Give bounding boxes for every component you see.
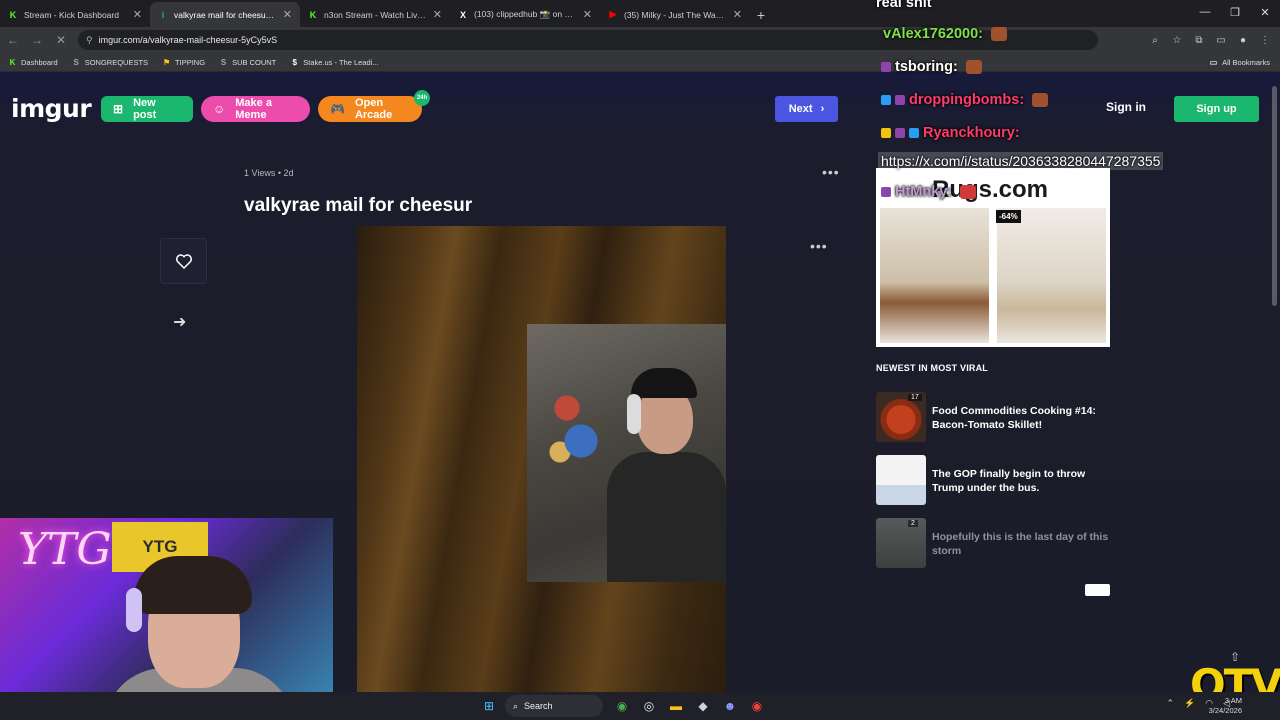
chat-line: HtMnky: bbox=[881, 184, 977, 200]
post-video[interactable] bbox=[357, 226, 726, 720]
browser-tab[interactable]: K Stream - Kick Dashboard ✕ bbox=[0, 2, 150, 27]
post-title: valkyrae mail for cheesur bbox=[244, 195, 473, 216]
viral-item[interactable]: 2 Hopefully this is the last day of this… bbox=[876, 518, 1110, 570]
badge-icon bbox=[895, 128, 905, 138]
viral-thumbnail bbox=[876, 518, 926, 568]
chat-line: vAlex1762000: bbox=[883, 26, 1007, 42]
heart-icon bbox=[175, 253, 192, 269]
search-icon: ⌕ bbox=[513, 700, 519, 711]
file-explorer-icon[interactable]: ▬ bbox=[665, 695, 687, 717]
badge-icon bbox=[881, 62, 891, 72]
usb-icon[interactable]: ⚡ bbox=[1184, 698, 1195, 709]
kick-icon: K bbox=[309, 9, 317, 20]
discord-icon[interactable]: ☻ bbox=[719, 695, 741, 717]
headset-icon bbox=[126, 588, 142, 632]
chat-line: droppingbombs: bbox=[881, 92, 1049, 108]
bookmark-dashboard[interactable]: K Dashboard bbox=[8, 58, 58, 67]
section-title: NEWEST IN MOST VIRAL bbox=[876, 363, 988, 373]
chrome-icon[interactable]: ◉ bbox=[611, 695, 633, 717]
ad-image bbox=[880, 208, 989, 343]
bookmark-songrequests[interactable]: S SONGREQUESTS bbox=[72, 57, 149, 67]
emote-icon bbox=[1032, 93, 1049, 107]
badge-icon bbox=[895, 95, 905, 105]
new-post-button[interactable]: ⊞ New post bbox=[101, 96, 193, 122]
site-info-icon[interactable]: ⚲ bbox=[86, 35, 93, 46]
streamelements-icon: S bbox=[73, 57, 79, 67]
badge-icon bbox=[909, 128, 919, 138]
imgur-icon: i bbox=[161, 9, 165, 20]
kick-icon: K bbox=[9, 57, 16, 67]
browser-tab[interactable]: ▶(35) Milky - Just The Way You A✕ bbox=[600, 2, 750, 27]
badge-icon bbox=[881, 187, 891, 197]
post-meta: 1 Views • 2d bbox=[244, 168, 294, 178]
stake-icon: $ bbox=[292, 57, 297, 67]
make-meme-button[interactable]: ☺ Make a Meme bbox=[201, 96, 310, 122]
viral-item[interactable]: The GOP finally begin to throw Trump und… bbox=[876, 455, 1110, 507]
video-webcam-frame bbox=[527, 324, 726, 582]
crown-icon bbox=[881, 128, 891, 138]
viral-title: Food Commodities Cooking #14: Bacon-Toma… bbox=[932, 405, 1096, 431]
windows-start-icon[interactable]: ⊞ bbox=[478, 695, 500, 717]
taskbar-clock[interactable]: 3 AM 3/24/2026 bbox=[1209, 696, 1242, 716]
forward-icon[interactable]: → bbox=[26, 29, 48, 51]
x-icon: X bbox=[459, 9, 466, 20]
bookmark-stake[interactable]: $ Stake.us - The Leadi... bbox=[290, 57, 379, 67]
ad-image bbox=[997, 208, 1106, 343]
viral-title: The GOP finally begin to throw Trump und… bbox=[932, 468, 1086, 494]
close-icon[interactable]: ✕ bbox=[283, 8, 292, 21]
streamer-webcam: YTG YTG bbox=[0, 518, 333, 708]
chat-link: https://x.com/i/status/20363382804472873… bbox=[878, 152, 1164, 170]
app-icon[interactable]: ◎ bbox=[638, 695, 660, 717]
item-count: 17 bbox=[908, 394, 922, 401]
open-arcade-button[interactable]: 🎮 Open Arcade bbox=[318, 96, 422, 122]
windows-taskbar: ⊞ ⌕ Search ◉ ◎ ▬ ◆ ☻ ◉ ⌃ ⚡ ◠ ◁ 3 AM 3/24/2… bbox=[0, 692, 1280, 720]
neon-sign: YTG bbox=[18, 524, 112, 575]
stream-chat-overlay: real shit vAlex1762000: tsboring: droppi… bbox=[875, 0, 1275, 220]
streamelements-icon: S bbox=[220, 57, 227, 67]
back-icon[interactable]: ← bbox=[2, 29, 24, 51]
youtube-icon: ▶ bbox=[609, 9, 617, 19]
meme-icon: ☺ bbox=[213, 102, 226, 116]
browser-tab-active[interactable]: i valkyrae mail for cheesur - I ✕ bbox=[150, 2, 300, 27]
arcade-badge: 24h bbox=[414, 90, 430, 106]
viral-title: Hopefully this is the last day of this s… bbox=[932, 531, 1109, 557]
steam-icon[interactable]: ◆ bbox=[692, 695, 714, 717]
close-icon[interactable]: ✕ bbox=[733, 8, 742, 21]
bookmark-subcount[interactable]: S SUB COUNT bbox=[219, 58, 276, 67]
emote-icon bbox=[990, 27, 1007, 41]
media-options-icon[interactable]: ••• bbox=[810, 238, 828, 254]
taskbar-search[interactable]: ⌕ Search bbox=[505, 695, 603, 717]
close-icon[interactable]: ✕ bbox=[583, 8, 592, 21]
close-icon[interactable]: ✕ bbox=[133, 8, 142, 21]
chat-message: real shit bbox=[876, 0, 932, 11]
browser-tab[interactable]: Kn3on Stream - Watch Live on K✕ bbox=[300, 2, 450, 27]
like-button[interactable] bbox=[160, 238, 207, 284]
reload-icon[interactable]: ✕ bbox=[50, 29, 72, 51]
share-icon[interactable]: ➜ bbox=[173, 312, 186, 332]
emote-icon bbox=[965, 60, 982, 74]
new-tab-button[interactable]: + bbox=[750, 2, 772, 27]
chat-line: Ryanckhoury: bbox=[881, 125, 1020, 141]
close-icon[interactable]: ✕ bbox=[433, 8, 442, 21]
post-options-icon[interactable]: ••• bbox=[822, 164, 840, 180]
kick-icon: K bbox=[9, 9, 17, 20]
browser-tab[interactable]: X (103) clippedhub 📸 on X: "Le ✕ bbox=[450, 2, 600, 27]
chrome-icon[interactable]: ◉ bbox=[746, 695, 768, 717]
adchoices-icon[interactable] bbox=[1085, 584, 1110, 596]
badge-icon bbox=[881, 95, 891, 105]
plus-icon: ⊞ bbox=[113, 102, 124, 116]
item-count: 2 bbox=[908, 520, 918, 527]
bookmark-tipping[interactable]: ⚑ TIPPING bbox=[162, 58, 205, 67]
gamepad-icon: 🎮 bbox=[330, 102, 345, 116]
chevron-right-icon: › bbox=[820, 103, 825, 115]
viral-thumbnail bbox=[876, 455, 926, 505]
chevron-up-icon[interactable]: ⌃ bbox=[1166, 698, 1174, 709]
chat-line: tsboring: bbox=[881, 59, 982, 75]
emote-icon bbox=[960, 185, 977, 199]
next-button[interactable]: Next › bbox=[775, 96, 838, 122]
imgur-logo[interactable]: imgur bbox=[11, 94, 92, 123]
viral-item[interactable]: 17 Food Commodities Cooking #14: Bacon-T… bbox=[876, 392, 1110, 444]
tip-icon: ⚑ bbox=[162, 57, 171, 67]
